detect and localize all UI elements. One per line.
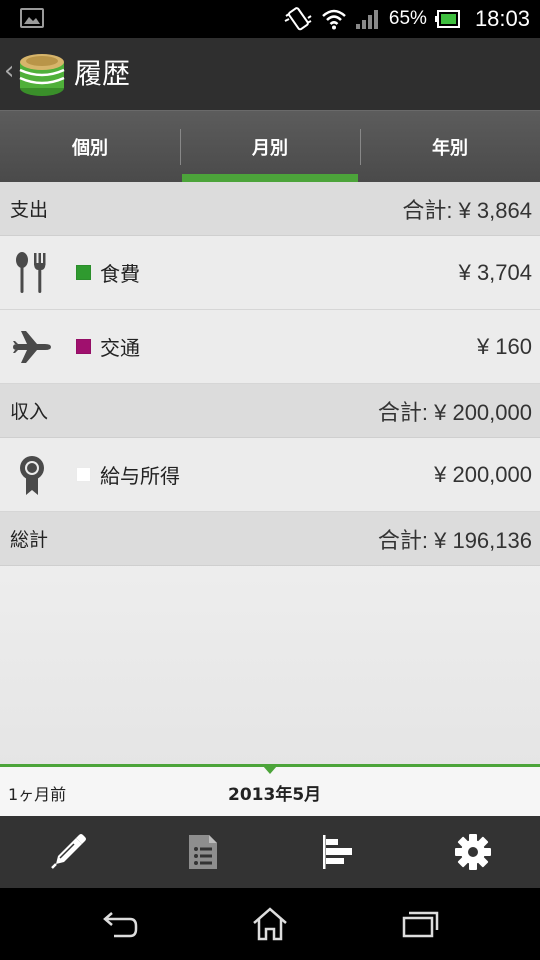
income-total: 合計: ¥ 200,000 — [377, 399, 532, 425]
coin-stack-icon[interactable] — [16, 48, 68, 100]
current-month-label: 2013年5月 — [228, 785, 322, 805]
grand-total-amount: 合計: ¥ 196,136 — [377, 527, 532, 553]
expense-title: 支出 — [10, 199, 49, 221]
tab-individual[interactable]: 個別 — [0, 111, 180, 182]
airplane-icon — [2, 310, 62, 384]
tab-monthly[interactable]: 月別 — [180, 111, 360, 182]
bottom-toolbar — [0, 816, 540, 888]
battery-icon — [434, 10, 460, 28]
bar-chart-icon — [322, 835, 352, 869]
system-recent-apps-button[interactable] — [390, 899, 450, 949]
vibrate-icon — [284, 7, 312, 31]
period-selector[interactable]: 1ヶ月前 2013年5月 — [0, 764, 540, 816]
input-button[interactable] — [0, 816, 135, 888]
expense-section-header: 支出 合計: ¥ 3,864 — [0, 182, 540, 236]
list-document-icon — [188, 835, 217, 869]
grand-total-title: 総計 — [10, 529, 49, 551]
list-item-salary[interactable]: 給与所得 ¥ 200,000 — [0, 438, 540, 512]
system-back-button[interactable] — [90, 899, 150, 949]
recent-apps-icon — [402, 911, 439, 938]
gallery-icon — [20, 8, 44, 28]
status-bar: 65% 18:03 — [0, 0, 540, 38]
category-color-swatch — [76, 339, 91, 354]
action-bar: ‹ 履歴 — [0, 38, 540, 110]
category-amount: ¥ 3,704 — [458, 259, 532, 285]
home-icon — [253, 907, 287, 941]
system-navigation-bar — [0, 888, 540, 960]
period-marker-icon — [263, 766, 277, 774]
category-color-swatch — [76, 467, 91, 482]
history-list: 支出 合計: ¥ 3,864 食費 ¥ 3,704 交通 ¥ 160 収入 合計… — [0, 182, 540, 766]
list-button[interactable] — [135, 816, 270, 888]
settings-button[interactable] — [405, 816, 540, 888]
list-item-transport[interactable]: 交通 ¥ 160 — [0, 310, 540, 384]
category-label: 給与所得 — [100, 464, 180, 488]
pen-icon — [50, 834, 86, 869]
gear-icon — [454, 834, 491, 870]
income-section-header: 収入 合計: ¥ 200,000 — [0, 384, 540, 438]
battery-percent: 65% — [388, 8, 427, 29]
chart-button[interactable] — [270, 816, 405, 888]
income-title: 収入 — [10, 401, 49, 423]
previous-month-label[interactable]: 1ヶ月前 — [8, 781, 66, 805]
fork-spoon-icon — [2, 236, 62, 310]
award-ribbon-icon — [2, 438, 62, 512]
category-label: 食費 — [100, 262, 140, 286]
tab-yearly[interactable]: 年別 — [360, 111, 540, 182]
tab-bar: 個別 月別 年別 — [0, 110, 540, 182]
back-caret-icon[interactable]: ‹ — [4, 56, 14, 86]
page-title: 履歴 — [74, 57, 131, 90]
clock: 18:03 — [474, 6, 530, 31]
signal-icon — [355, 10, 378, 29]
category-color-swatch — [76, 265, 91, 280]
category-amount: ¥ 200,000 — [434, 461, 532, 487]
back-icon — [103, 912, 138, 938]
wifi-icon — [322, 9, 346, 30]
list-item-food[interactable]: 食費 ¥ 3,704 — [0, 236, 540, 310]
category-label: 交通 — [100, 336, 140, 360]
grand-total-header: 総計 合計: ¥ 196,136 — [0, 512, 540, 566]
category-amount: ¥ 160 — [476, 333, 532, 359]
system-home-button[interactable] — [240, 899, 300, 949]
expense-total: 合計: ¥ 3,864 — [402, 197, 532, 223]
